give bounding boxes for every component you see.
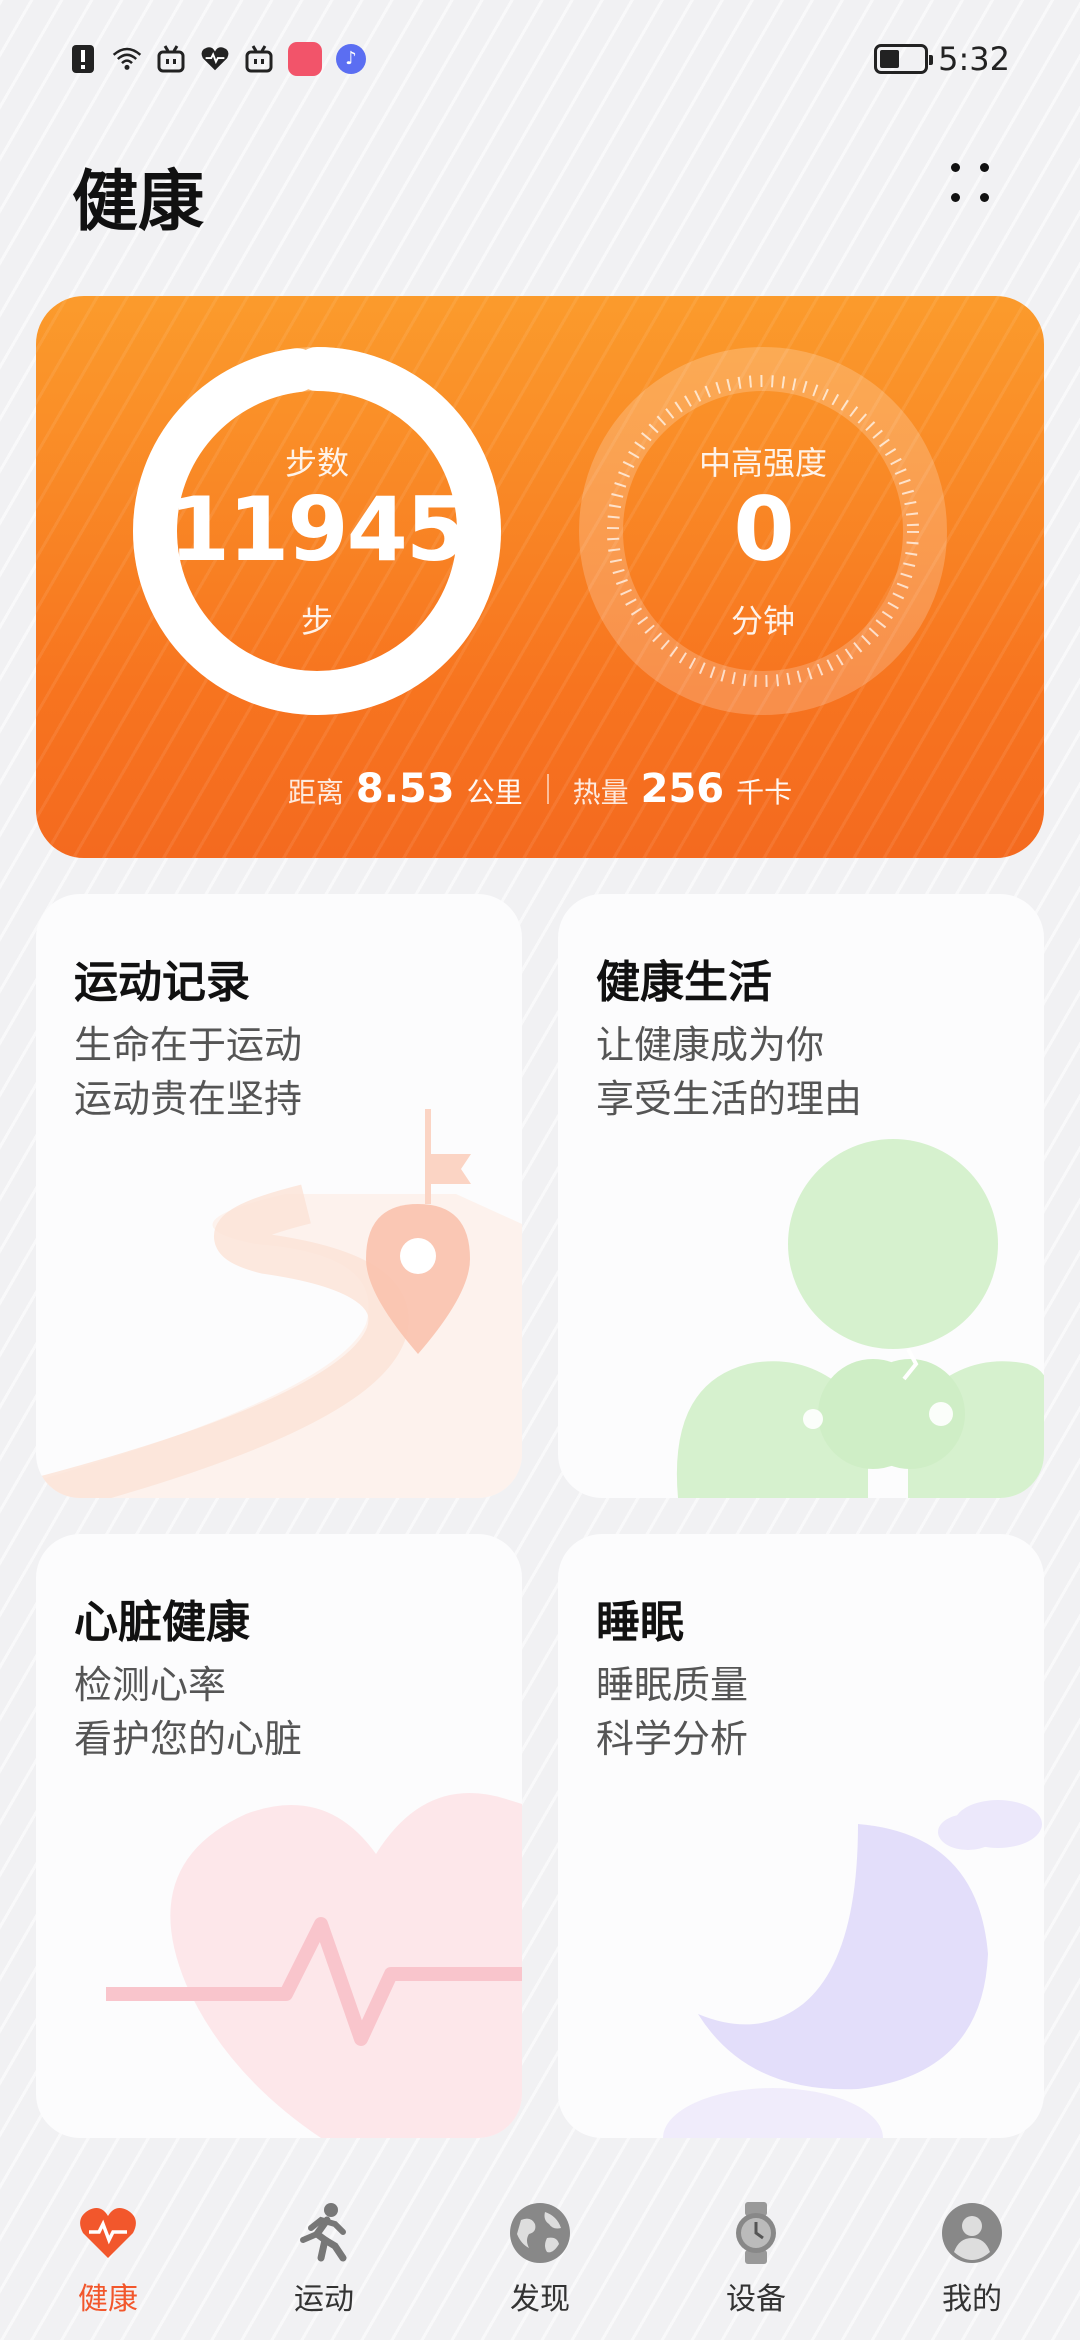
clock: 5:32 <box>938 40 1010 78</box>
heart-pulse-icon <box>75 2200 141 2266</box>
watch-icon <box>723 2200 789 2266</box>
dot-icon <box>951 163 960 172</box>
tile-title: 运动记录 <box>74 957 250 1008</box>
distance-value: 8.53 <box>355 766 455 812</box>
app-store-icon <box>288 42 322 76</box>
tile-subtitle: 检测心率 <box>74 1663 227 1707</box>
tab-label: 健康 <box>78 2282 138 2317</box>
intensity-unit: 分钟 <box>730 602 795 640</box>
runner-icon <box>291 2200 357 2266</box>
tile-title: 睡眠 <box>596 1597 684 1648</box>
intensity-value: 0 <box>733 478 794 581</box>
bilibili-icon <box>156 44 186 74</box>
tile-title: 健康生活 <box>596 957 772 1008</box>
calories-unit: 千卡 <box>736 776 793 809</box>
tab-exercise[interactable]: 运动 <box>244 2200 404 2318</box>
intensity-ring[interactable]: 中高强度 0 分钟 <box>578 346 948 716</box>
dot-icon <box>951 193 960 202</box>
tile-title: 心脏健康 <box>74 1597 250 1648</box>
globe-icon <box>507 2200 573 2266</box>
status-right: 5:32 <box>874 40 1010 78</box>
calories-label: 热量 <box>572 776 629 809</box>
exercise-records-card[interactable]: 运动记录 生命在于运动 运动贵在坚持 <box>36 894 522 1498</box>
dot-icon <box>980 193 989 202</box>
steps-ring[interactable]: 步数 11945 步 <box>132 346 502 716</box>
heart-health-card[interactable]: 心脏健康 检测心率 看护您的心脏 <box>36 1534 522 2138</box>
profile-icon <box>939 2200 1005 2266</box>
tile-subtitle: 享受生活的理由 <box>596 1077 863 1121</box>
tab-label: 设备 <box>726 2282 786 2317</box>
tab-me[interactable]: 我的 <box>892 2200 1052 2318</box>
tile-subtitle: 生命在于运动 <box>74 1023 303 1067</box>
battery-icon <box>874 44 934 74</box>
calories-value: 256 <box>640 766 725 812</box>
notification-icons: ♪ <box>68 42 366 76</box>
bottom-navigation: 健康 运动 发现 设备 我的 <box>0 2170 1080 2340</box>
page-title: 健康 <box>72 163 204 240</box>
activity-summary-card[interactable]: 步数 11945 步 中高强度 0 分钟 距离 8.53 公里 热量 256 千… <box>36 296 1044 858</box>
alert-icon <box>68 44 98 74</box>
summary-footer: 距离 8.53 公里 热量 256 千卡 <box>36 766 1044 812</box>
more-options-button[interactable] <box>940 155 1000 215</box>
status-bar: ♪ 5:32 <box>0 0 1080 120</box>
steps-value: 11945 <box>168 478 467 581</box>
tab-health[interactable]: 健康 <box>28 2200 188 2318</box>
divider <box>546 774 549 804</box>
tab-label: 运动 <box>294 2282 354 2317</box>
steps-unit: 步 <box>300 602 333 640</box>
battery-level <box>880 50 900 68</box>
distance-label: 距离 <box>287 776 344 809</box>
tile-subtitle: 让健康成为你 <box>596 1023 825 1067</box>
tile-subtitle: 看护您的心脏 <box>74 1717 303 1761</box>
tile-subtitle: 科学分析 <box>596 1717 749 1761</box>
tab-devices[interactable]: 设备 <box>676 2200 836 2318</box>
music-icon: ♪ <box>336 44 366 74</box>
bilibili-icon <box>244 44 274 74</box>
tab-label: 我的 <box>942 2282 1002 2317</box>
sleep-card[interactable]: 睡眠 睡眠质量 科学分析 <box>558 1534 1044 2138</box>
tab-discover[interactable]: 发现 <box>460 2200 620 2318</box>
tile-subtitle: 运动贵在坚持 <box>74 1077 303 1121</box>
tile-subtitle: 睡眠质量 <box>596 1663 749 1707</box>
dot-icon <box>980 163 989 172</box>
tab-label: 发现 <box>510 2282 570 2317</box>
health-icon <box>200 44 230 74</box>
wifi-icon <box>112 44 142 74</box>
distance-unit: 公里 <box>466 776 523 809</box>
healthy-living-card[interactable]: 健康生活 让健康成为你 享受生活的理由 <box>558 894 1044 1498</box>
